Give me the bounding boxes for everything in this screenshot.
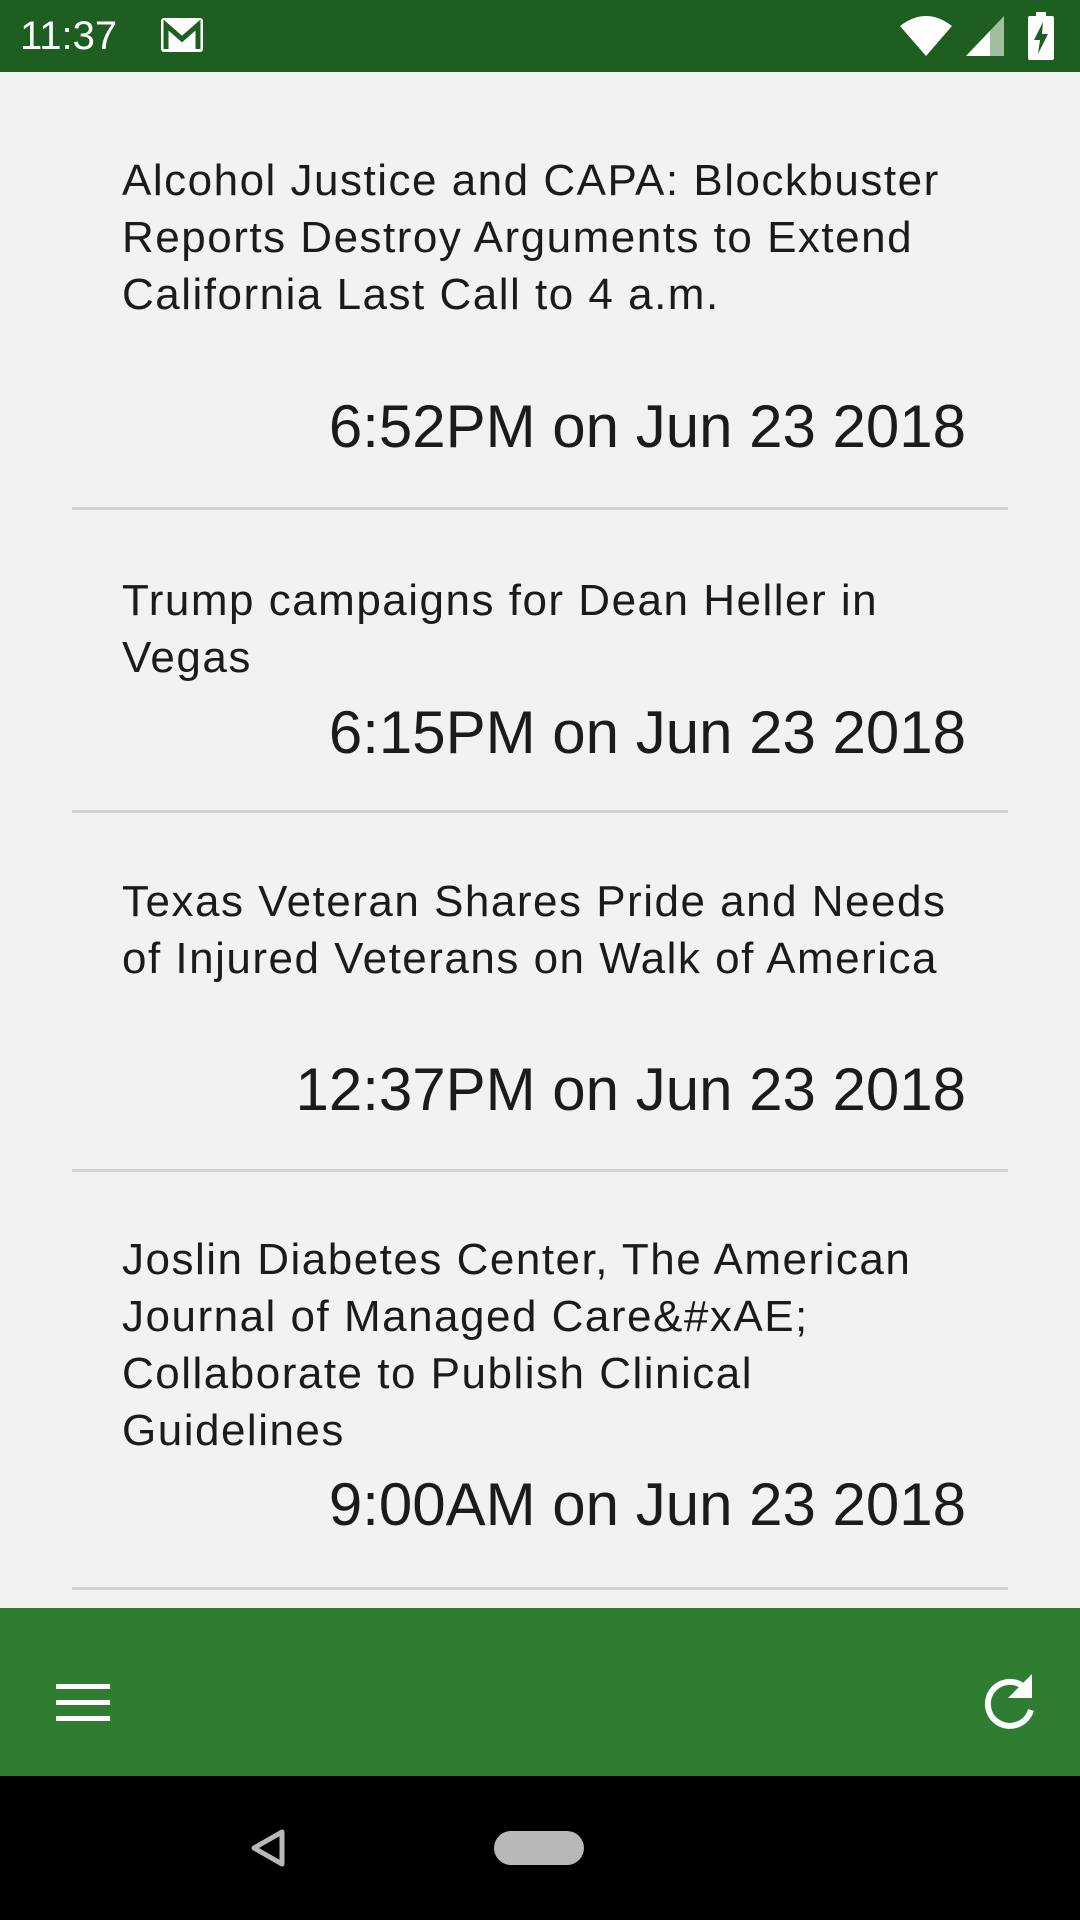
- wifi-icon: [900, 16, 952, 56]
- list-item[interactable]: Trump campaigns for Dean Heller in Vegas…: [72, 510, 1008, 813]
- list-item[interactable]: Texas Veteran Shares Pride and Needs of …: [72, 813, 1008, 1172]
- home-pill-icon[interactable]: [494, 1831, 584, 1865]
- battery-charging-icon: [1028, 12, 1054, 60]
- list-item[interactable]: Alcohol Justice and CAPA: Blockbuster Re…: [72, 72, 1008, 510]
- item-date: 12:37PM on Jun 23 2018: [295, 1056, 966, 1123]
- item-title: Texas Veteran Shares Pride and Needs of …: [122, 877, 947, 983]
- back-icon[interactable]: [248, 1828, 288, 1868]
- list-item[interactable]: Joslin Diabetes Center, The American Jou…: [72, 1172, 1008, 1590]
- cell-signal-icon: [966, 16, 1004, 56]
- system-nav-bar: [0, 1776, 1080, 1920]
- status-time: 11:37: [20, 14, 118, 58]
- item-date: 9:00AM on Jun 23 2018: [328, 1471, 966, 1538]
- item-title: Trump campaigns for Dean Heller in Vegas: [122, 576, 879, 682]
- bottom-app-bar: [0, 1608, 1080, 1776]
- gmail-icon: [161, 18, 203, 52]
- item-date: 6:52PM on Jun 23 2018: [328, 393, 966, 460]
- item-date: 6:15PM on Jun 23 2018: [328, 699, 966, 766]
- item-title: Joslin Diabetes Center, The American Jou…: [122, 1235, 912, 1455]
- refresh-icon[interactable]: [966, 1658, 1056, 1748]
- item-title: Alcohol Justice and CAPA: Blockbuster Re…: [122, 156, 940, 319]
- hamburger-menu-icon[interactable]: [40, 1658, 130, 1748]
- news-feed-list[interactable]: Alcohol Justice and CAPA: Blockbuster Re…: [0, 72, 1080, 1608]
- status-bar: 11:37: [0, 0, 1080, 72]
